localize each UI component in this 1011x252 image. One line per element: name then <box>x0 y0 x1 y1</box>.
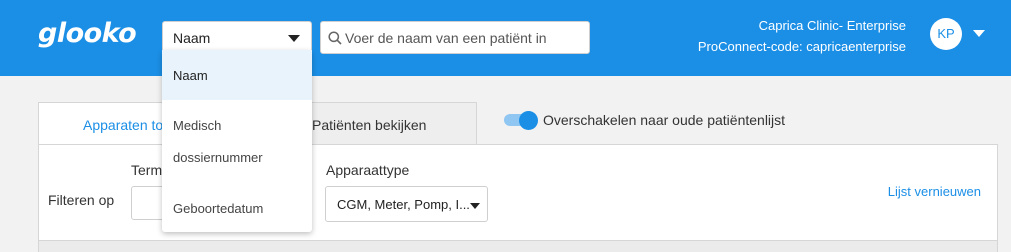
proconnect-code: ProConnect-code: capricaenterprise <box>697 39 906 54</box>
old-list-toggle-label: Overschakelen naar oude patiëntenlijst <box>543 112 786 128</box>
avatar[interactable]: KP <box>930 18 962 50</box>
user-menu-chevron-icon[interactable] <box>973 30 985 37</box>
menu-option-medical-record[interactable]: Medisch dossiernummer <box>162 100 312 180</box>
search-type-value: Naam <box>173 30 211 46</box>
device-type-value: CGM, Meter, Pomp, I... <box>337 197 470 212</box>
tab-view-patients-label: Patiënten bekijken <box>312 117 427 133</box>
search-icon <box>328 31 342 45</box>
filter-label: Filteren op <box>48 192 115 208</box>
top-header: glooko Naam Caprica Clinic- Enterprise P… <box>0 0 1011 76</box>
device-type-select[interactable]: CGM, Meter, Pomp, I... <box>325 186 488 222</box>
menu-option-birthdate[interactable]: Geboortedatum <box>162 180 312 232</box>
menu-option-name[interactable]: Naam <box>162 50 312 100</box>
device-type-label: Apparaattype <box>326 162 410 178</box>
refresh-list-link[interactable]: Lijst vernieuwen <box>888 184 981 199</box>
menu-option-label: Geboortedatum <box>173 201 264 216</box>
chevron-down-icon <box>470 203 480 209</box>
menu-option-label: Naam <box>173 68 208 83</box>
term-label: Term <box>131 162 163 178</box>
patient-search-box[interactable] <box>320 21 590 54</box>
clinic-info: Caprica Clinic- Enterprise ProConnect-co… <box>698 15 906 57</box>
old-list-toggle[interactable] <box>504 111 538 130</box>
chevron-down-icon <box>288 35 300 42</box>
tab-devices-label: Apparaten to <box>83 117 164 133</box>
patient-search-input[interactable] <box>345 23 585 52</box>
toggle-knob <box>519 111 538 130</box>
search-type-menu: Naam Medisch dossiernummer Geboortedatum <box>162 50 312 232</box>
glooko-logo[interactable]: glooko <box>38 18 137 49</box>
clinic-name: Caprica Clinic- Enterprise <box>758 18 906 33</box>
table-header-strip <box>39 240 997 252</box>
menu-option-label: Medisch <box>173 118 222 133</box>
menu-option-label: dossiernummer <box>173 150 263 165</box>
